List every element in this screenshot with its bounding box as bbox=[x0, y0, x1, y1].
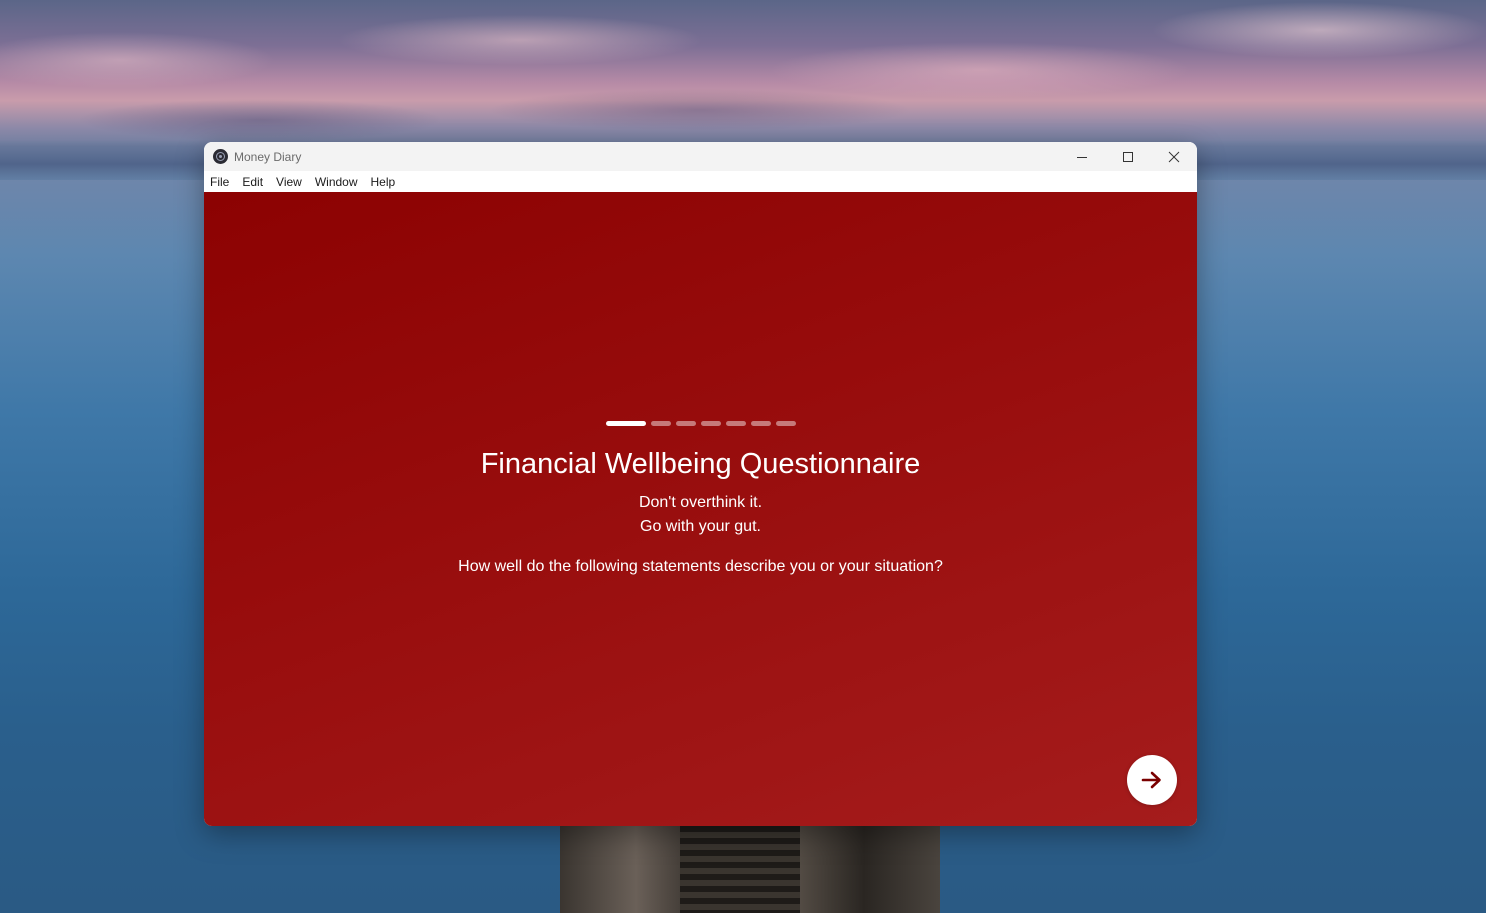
page-title: Financial Wellbeing Questionnaire bbox=[480, 448, 921, 480]
app-logo-icon bbox=[213, 149, 228, 164]
arrow-right-icon bbox=[1141, 771, 1161, 789]
title-bar[interactable]: Money Diary bbox=[204, 142, 1197, 171]
menu-window[interactable]: Window bbox=[315, 175, 364, 189]
progress-indicator bbox=[204, 421, 1197, 426]
menu-view[interactable]: View bbox=[276, 175, 308, 189]
window-controls bbox=[1059, 142, 1197, 171]
wallpaper-pier-steps bbox=[680, 826, 800, 913]
app-window: Money Diary File Edit View Window Help F… bbox=[204, 142, 1197, 826]
desktop-background: Money Diary File Edit View Window Help F… bbox=[0, 0, 1486, 913]
maximize-icon bbox=[1123, 151, 1133, 162]
progress-step bbox=[725, 421, 746, 426]
menu-edit[interactable]: Edit bbox=[242, 175, 269, 189]
minimize-icon bbox=[1077, 156, 1087, 158]
next-button[interactable] bbox=[1127, 755, 1177, 805]
close-icon bbox=[1168, 151, 1180, 162]
window-title: Money Diary bbox=[234, 149, 302, 164]
progress-step bbox=[675, 421, 696, 426]
maximize-button[interactable] bbox=[1105, 142, 1151, 171]
progress-step bbox=[775, 421, 796, 426]
question-prompt: How well do the following statements des… bbox=[458, 558, 943, 575]
menu-file[interactable]: File bbox=[210, 175, 235, 189]
close-button[interactable] bbox=[1151, 142, 1197, 171]
progress-step bbox=[750, 421, 771, 426]
progress-step bbox=[650, 421, 671, 426]
minimize-button[interactable] bbox=[1059, 142, 1105, 171]
menu-bar: File Edit View Window Help bbox=[204, 171, 1197, 192]
menu-help[interactable]: Help bbox=[371, 175, 402, 189]
progress-step bbox=[700, 421, 721, 426]
progress-step-current bbox=[605, 421, 646, 426]
subtitle-line-1: Don't overthink it. bbox=[638, 494, 763, 511]
questionnaire-panel: Financial Wellbeing Questionnaire Don't … bbox=[204, 192, 1197, 826]
subtitle-line-2: Go with your gut. bbox=[640, 518, 761, 535]
